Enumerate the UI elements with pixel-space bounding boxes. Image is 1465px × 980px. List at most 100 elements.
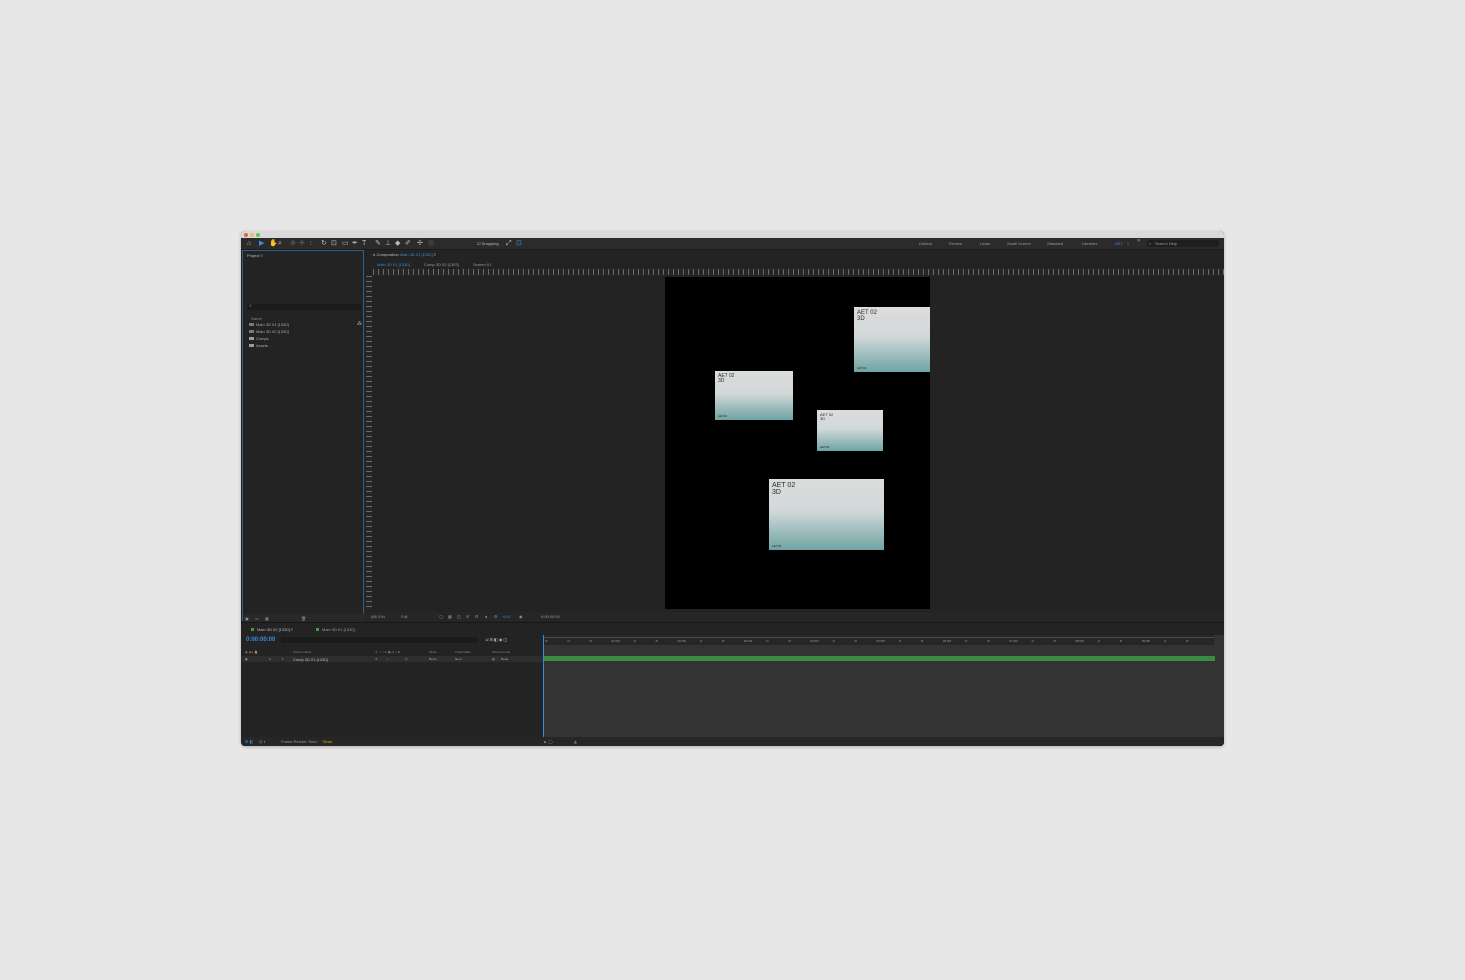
- flowchart-icon[interactable]: ⁂: [357, 321, 362, 327]
- blend-mode-dropdown[interactable]: Norm: [429, 657, 436, 661]
- workspace-small-screen[interactable]: Small Screen: [1007, 241, 1031, 246]
- hand-tool-icon[interactable]: ✋: [269, 240, 278, 247]
- ruler-tick-label: 2f: [1119, 639, 1123, 643]
- zoom-dropdown[interactable]: (66.1%): [371, 614, 385, 619]
- project-search-input[interactable]: ⌕: [247, 303, 361, 310]
- pan-camera-icon[interactable]: ✛: [299, 240, 305, 247]
- snap-edges-icon[interactable]: ⊡: [516, 240, 522, 247]
- timeline-tab[interactable]: Main 3D 01 [1330]: [316, 627, 355, 632]
- settings-icon[interactable]: ⚙: [494, 614, 498, 619]
- minimize-window-button[interactable]: [250, 233, 254, 237]
- project-panel-title[interactable]: Project ≡: [247, 253, 263, 258]
- new-composition-icon[interactable]: ▦: [265, 616, 269, 621]
- project-item[interactable]: Main 3D 01 [1330]: [249, 322, 289, 327]
- quality-icon[interactable]: ∕: [387, 657, 388, 661]
- exposure-value[interactable]: +0.0: [502, 614, 510, 619]
- layer-switches-toggle-icon[interactable]: ⊞ ◧: [245, 739, 253, 744]
- layer-duration-bar[interactable]: [543, 656, 1215, 661]
- rectangle-tool-icon[interactable]: ▭: [342, 240, 349, 247]
- pen-tool-icon[interactable]: ✒: [352, 240, 358, 247]
- composition-tab[interactable]: ■ Composition Main 3D 01 [1330] ≡: [373, 252, 436, 257]
- snapping-toggle[interactable]: ☑ Snapping: [477, 239, 499, 248]
- project-folder[interactable]: Assets: [249, 343, 268, 348]
- search-help-input[interactable]: ⌕ Search Help: [1147, 240, 1219, 247]
- new-folder-icon[interactable]: ▭: [255, 616, 259, 621]
- transparency-grid-icon[interactable]: ▦: [448, 614, 452, 619]
- puppet-tool-icon[interactable]: ✢: [417, 240, 423, 247]
- workspace-libraries[interactable]: Libraries: [1082, 241, 1097, 246]
- workspace-aet[interactable]: AET: [1115, 241, 1123, 246]
- column-mode[interactable]: Mode: [429, 650, 437, 654]
- brush-tool-icon[interactable]: ✎: [375, 240, 381, 247]
- breadcrumb-item[interactable]: Main 3D 01 [1330]: [377, 262, 410, 267]
- home-icon[interactable]: ⌂: [247, 240, 251, 247]
- color-channel-icon[interactable]: ●: [485, 614, 487, 619]
- workspace-default[interactable]: Default: [919, 241, 932, 246]
- aet-card[interactable]: AET 02 3D AET02: [769, 479, 884, 550]
- column-track-matte[interactable]: Track Matte: [455, 650, 471, 654]
- timeline-timecode[interactable]: 0:00:00:00: [246, 637, 275, 643]
- timeline-graph[interactable]: 0f 1f 2f 01:00f 1f 2f 02:00f 1f 2f 03:00f 1f 2f 04:0…: [543, 635, 1224, 746]
- column-parent-link[interactable]: Parent & Link: [492, 650, 510, 654]
- guides-icon[interactable]: ⊞: [466, 614, 469, 619]
- zoom-in-icon[interactable]: ◭: [574, 739, 577, 744]
- breadcrumb-item[interactable]: Comp 3D 02 [1303]: [424, 262, 459, 267]
- layer-name[interactable]: Comp 3D 01 [1330]: [293, 657, 328, 662]
- label-color-swatch[interactable]: ■: [269, 657, 271, 661]
- rotation-tool-icon[interactable]: ↻: [321, 240, 327, 247]
- snapping-options-icon[interactable]: ⤢: [506, 240, 512, 247]
- column-source-name[interactable]: Source Name: [293, 650, 311, 654]
- comp-switches-icons[interactable]: ⇲ ⊞ ◧ ◉ ◫: [485, 637, 507, 642]
- workspace-learn[interactable]: Learn: [980, 241, 990, 246]
- close-window-button[interactable]: [244, 233, 248, 237]
- interpret-footage-icon[interactable]: ▣: [245, 616, 249, 621]
- pan-behind-tool-icon[interactable]: ⊡: [331, 240, 337, 247]
- clone-stamp-tool-icon[interactable]: ⊥: [385, 240, 391, 247]
- more-workspaces-icon[interactable]: »: [1137, 238, 1140, 244]
- selection-tool-icon[interactable]: ▶: [259, 240, 264, 247]
- composition-tab-prefix: Composition: [376, 252, 399, 257]
- project-folder[interactable]: Comps: [249, 336, 269, 341]
- type-tool-icon[interactable]: T: [362, 240, 366, 247]
- layer-row[interactable]: ◉ ■ 1 Comp 3D 01 [1330] ✳ ∕ ⬡ Norm No A …: [241, 656, 543, 662]
- visibility-eye-icon[interactable]: ◉: [245, 657, 248, 661]
- axis-mode-icon[interactable]: ⊞: [428, 240, 434, 247]
- 3d-layer-icon[interactable]: ⬡: [405, 657, 408, 661]
- pick-whip-icon[interactable]: @: [492, 657, 495, 661]
- time-ruler[interactable]: 0f 1f 2f 01:00f 1f 2f 02:00f 1f 2f 03:00f 1f 2f 04:0…: [543, 635, 1214, 645]
- parent-dropdown[interactable]: None: [501, 657, 508, 661]
- current-time-display[interactable]: 0:00:00:00: [541, 614, 560, 619]
- roto-brush-tool-icon[interactable]: ✐: [405, 240, 411, 247]
- motion-blur-icon[interactable]: ◎ ◐: [259, 739, 266, 744]
- zoom-out-icon[interactable]: ▲ ◯: [543, 739, 553, 744]
- work-area-bar[interactable]: [543, 637, 1214, 638]
- eraser-tool-icon[interactable]: ◆: [395, 240, 400, 247]
- aet-card[interactable]: AET 02 3D AET02: [817, 410, 883, 451]
- aet-card[interactable]: AET 02 3D AET02: [715, 371, 793, 420]
- track-matte-dropdown[interactable]: No A: [455, 657, 462, 661]
- breadcrumb-item[interactable]: Screen 01: [473, 262, 491, 267]
- workspace-review[interactable]: Review: [949, 241, 962, 246]
- aet-card[interactable]: AET 02 3D AET02: [854, 307, 930, 372]
- region-of-interest-icon[interactable]: ▢: [439, 614, 443, 619]
- timeline-tab[interactable]: Main 3D 02 [1330] ≡: [251, 627, 293, 632]
- workspace-menu-icon[interactable]: ≡: [1127, 241, 1129, 246]
- vertical-ruler[interactable]: [366, 276, 372, 609]
- current-time-indicator[interactable]: [543, 635, 544, 740]
- resolution-dropdown[interactable]: Full: [401, 614, 407, 619]
- view-options-icon[interactable]: ⊟: [475, 614, 478, 619]
- timeline-search-input[interactable]: [281, 637, 477, 643]
- zoom-tool-icon[interactable]: ⌕: [278, 240, 282, 247]
- delete-icon[interactable]: 🗑: [301, 616, 306, 621]
- composition-canvas[interactable]: AET 02 3D AET02 AET 02 3D AET02 AET 02 3…: [665, 277, 930, 609]
- horizontal-ruler[interactable]: [373, 269, 1224, 275]
- mask-visibility-icon[interactable]: ◫: [457, 614, 461, 619]
- project-item[interactable]: Main 3D 02 [1330]: [249, 329, 289, 334]
- project-column-name[interactable]: Name: [251, 316, 262, 321]
- workspace-standard[interactable]: Standard: [1047, 241, 1063, 246]
- collapse-transform-icon[interactable]: ✳: [375, 657, 378, 661]
- snapshot-icon[interactable]: ◉: [519, 614, 523, 619]
- zoom-window-button[interactable]: [256, 233, 260, 237]
- dolly-camera-icon[interactable]: ↕: [309, 240, 313, 247]
- orbit-camera-icon[interactable]: ⊕: [290, 240, 296, 247]
